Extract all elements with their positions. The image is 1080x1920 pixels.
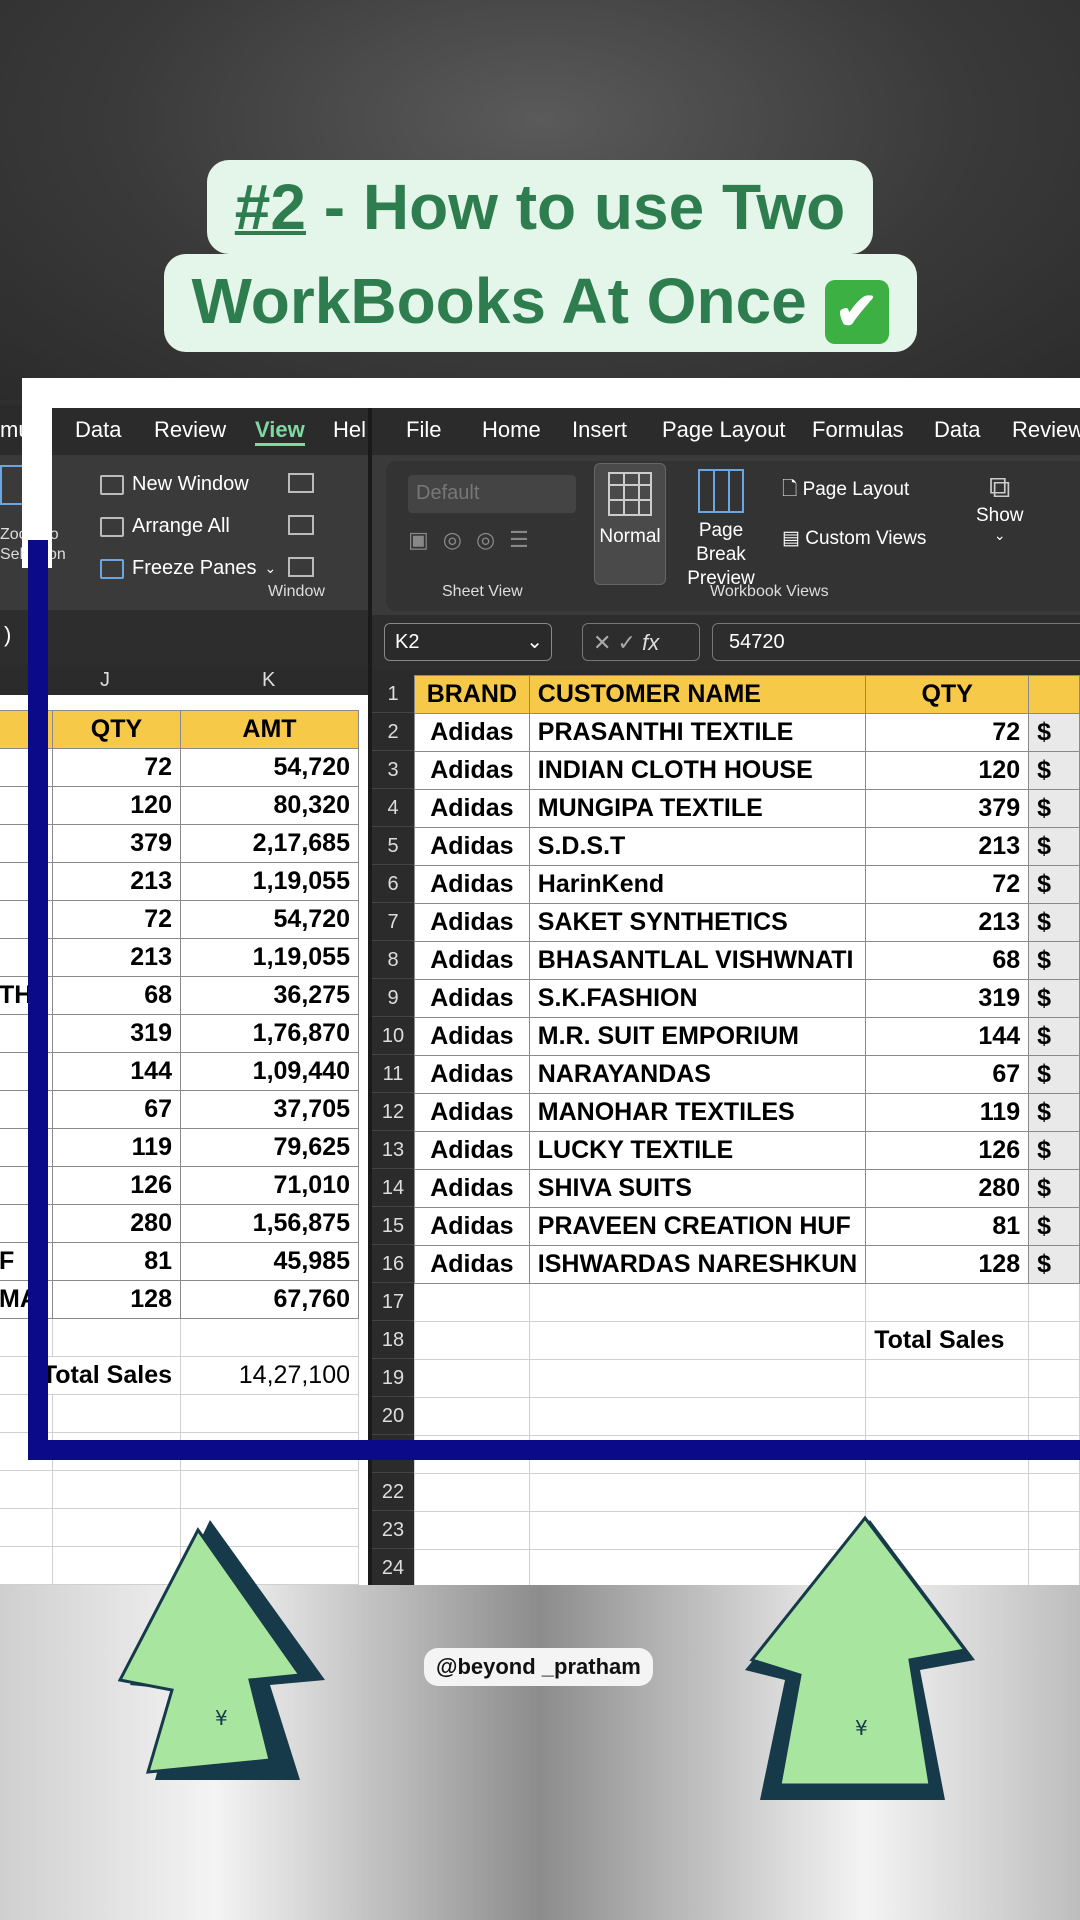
table-cell[interactable] bbox=[0, 1508, 53, 1547]
video-title: #2 - How to use Two WorkBooks At Once ✔ bbox=[0, 160, 1080, 352]
menu-insert[interactable]: Insert bbox=[572, 417, 627, 443]
menu-view[interactable]: View bbox=[255, 417, 305, 446]
menu-data[interactable]: Data bbox=[75, 417, 121, 443]
new-window-button[interactable]: New Window bbox=[100, 473, 249, 496]
row-number[interactable]: 22 bbox=[372, 1473, 414, 1511]
title-number: #2 bbox=[234, 171, 306, 243]
menu-formulas[interactable]: Formulas bbox=[812, 417, 904, 443]
table-cell[interactable] bbox=[1028, 1511, 1080, 1550]
check-mark-icon: ✔ bbox=[824, 280, 889, 344]
table-cell[interactable] bbox=[1028, 1473, 1080, 1512]
title-line-2: WorkBooks At Once bbox=[191, 265, 807, 337]
table-cell[interactable] bbox=[0, 1470, 53, 1509]
menu-review[interactable]: Review bbox=[154, 417, 226, 443]
row-number[interactable]: 24 bbox=[372, 1549, 414, 1585]
page-layout-view-button[interactable]: 🗋 Page Layout bbox=[782, 475, 909, 507]
split-icon[interactable] bbox=[288, 473, 314, 493]
table-cell[interactable] bbox=[414, 1549, 530, 1585]
svg-text:¥: ¥ bbox=[855, 1716, 868, 1740]
title-line-1: - How to use Two bbox=[305, 171, 846, 243]
new-window-icon bbox=[100, 474, 124, 495]
normal-view-icon bbox=[608, 472, 652, 516]
show-icon: ⧉ bbox=[989, 471, 1011, 504]
page-icon: 🗋 bbox=[782, 479, 798, 500]
menu-page-layout[interactable]: Page Layout bbox=[662, 417, 786, 443]
highlight-frame bbox=[28, 540, 1080, 1460]
table-cell[interactable] bbox=[414, 1511, 530, 1550]
sheet-view-select[interactable]: Default bbox=[408, 475, 576, 513]
table-cell[interactable] bbox=[1028, 1549, 1080, 1585]
watermark: @beyond _pratham bbox=[424, 1648, 653, 1686]
arrow-up-left-icon: ¥ bbox=[117, 1520, 325, 1780]
svg-text:¥: ¥ bbox=[215, 1706, 228, 1730]
table-cell[interactable] bbox=[528, 1473, 867, 1512]
menu-help[interactable]: Hel bbox=[333, 417, 366, 443]
right-menu-bar: File Home Insert Page Layout Formulas Da… bbox=[372, 405, 1080, 455]
menu-data[interactable]: Data bbox=[934, 417, 980, 443]
left-menu-bar: mul Data Review View Hel bbox=[0, 405, 372, 455]
page-break-icon bbox=[698, 469, 744, 513]
row-number[interactable]: 23 bbox=[372, 1511, 414, 1549]
highlight-frame-top bbox=[22, 378, 1080, 408]
menu-review[interactable]: Review bbox=[1012, 417, 1080, 443]
table-cell[interactable] bbox=[0, 1546, 53, 1585]
table-cell[interactable] bbox=[52, 1470, 181, 1509]
show-button[interactable]: ⧉ Show ⌄ bbox=[976, 471, 1024, 544]
table-cell[interactable] bbox=[414, 1473, 530, 1512]
hide-icon[interactable] bbox=[288, 515, 314, 535]
arrow-up-right-icon: ¥ bbox=[745, 1515, 975, 1800]
menu-home[interactable]: Home bbox=[482, 417, 541, 443]
menu-file[interactable]: File bbox=[406, 417, 441, 443]
arrange-all-button[interactable]: Arrange All bbox=[100, 515, 230, 538]
table-cell[interactable] bbox=[180, 1470, 359, 1509]
arrange-all-icon bbox=[100, 516, 124, 537]
table-cell[interactable] bbox=[865, 1473, 1030, 1512]
